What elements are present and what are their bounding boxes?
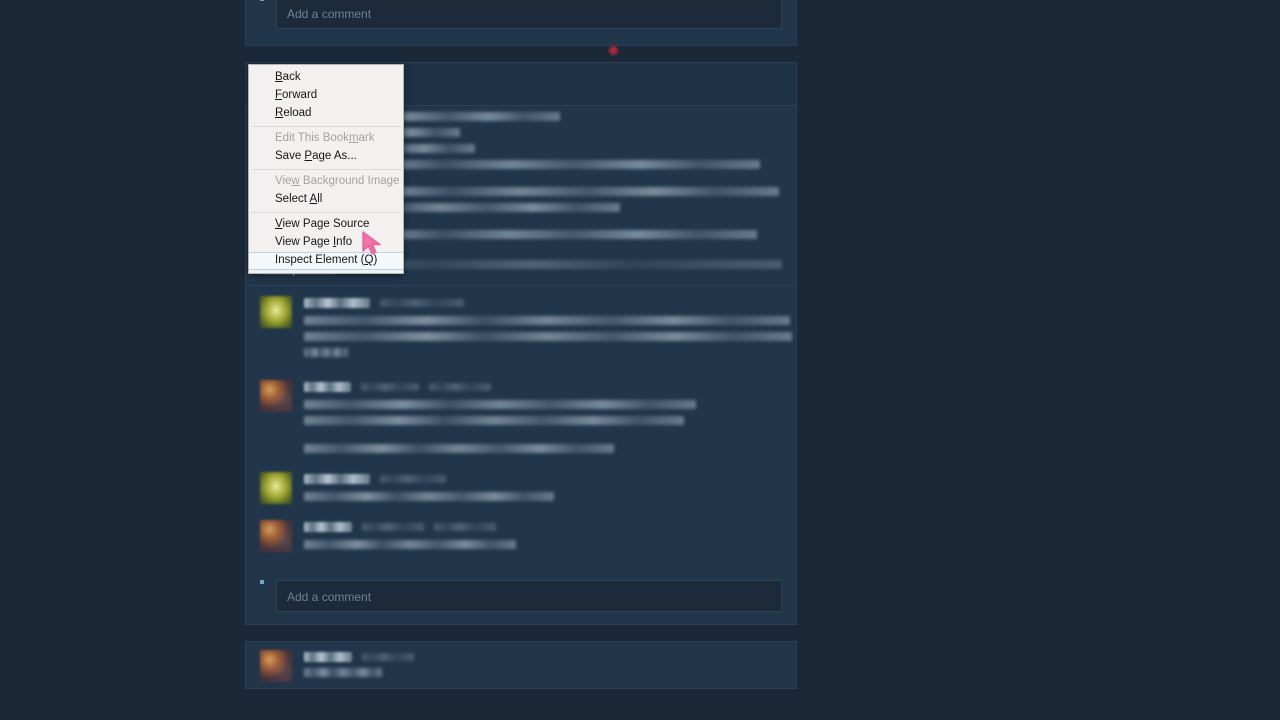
comment-timestamp <box>380 475 446 483</box>
comment-author-name[interactable] <box>304 652 352 662</box>
rate-meta-text <box>345 260 782 269</box>
comment-row <box>246 286 796 370</box>
ember-avatar-icon[interactable] <box>260 650 292 682</box>
comment-body <box>304 380 782 460</box>
comment-timestamp <box>380 299 464 307</box>
menu-item-label: View Page <box>275 236 333 248</box>
menu-item-edit-this-bookmark: Edit This Bookmark <box>275 132 375 144</box>
menu-separator <box>251 126 401 127</box>
olive-avatar-icon[interactable] <box>260 472 292 504</box>
menu-item-label: eload <box>283 107 312 119</box>
menu-separator <box>251 212 401 213</box>
menu-item-label-tail: ) <box>373 254 378 266</box>
comment-text-line <box>304 540 516 549</box>
comment-text-line <box>304 400 696 409</box>
comment-author-name[interactable] <box>304 298 370 308</box>
comment-body <box>304 650 782 684</box>
menu-item-reload[interactable]: Reload <box>249 105 403 123</box>
browser-context-menu[interactable]: Back Forward Reload Edit This Bookmark S… <box>248 64 404 274</box>
comment-body <box>304 296 792 364</box>
comment-meta <box>304 298 792 308</box>
comment-card-top: Add a comment <box>245 0 797 46</box>
menu-item-save-page-as[interactable]: Save Page As... <box>249 148 403 166</box>
comment-text-line <box>304 316 790 325</box>
olive-avatar-icon[interactable] <box>260 296 292 328</box>
menu-item-label: Inspect Element ( <box>275 254 365 266</box>
screen: Add a comment 👍 <box>0 0 1280 720</box>
comment-author-badge <box>362 653 414 661</box>
comment-author-name[interactable] <box>304 474 370 484</box>
comment-author-name[interactable] <box>304 382 351 392</box>
annotation-dot <box>609 46 618 55</box>
menu-item-label: Save <box>275 150 305 162</box>
menu-item-view-page-info[interactable]: View Page Info <box>249 234 403 252</box>
add-comment-input[interactable]: Add a comment <box>276 580 782 612</box>
comment-text-line <box>304 348 348 357</box>
comment-timestamp <box>434 523 496 531</box>
menu-item-view-background-image: View Background Image <box>275 175 400 187</box>
comment-meta <box>304 474 782 484</box>
menu-item-label: orward <box>282 89 318 101</box>
comment-text-line <box>304 444 614 453</box>
menu-item-select-all[interactable]: Select All <box>249 191 403 209</box>
add-comment-row: Add a comment <box>246 562 796 624</box>
menu-item-label: Vie <box>275 175 292 187</box>
menu-item-label-tail: nfo <box>336 236 353 248</box>
comment-row <box>246 370 796 466</box>
comment-text-line <box>304 332 792 341</box>
comment-timestamp <box>429 383 491 391</box>
comment-row <box>246 514 796 562</box>
ember-avatar-icon[interactable] <box>260 380 292 412</box>
comment-row <box>246 466 796 514</box>
menu-item-label: Edit This Book <box>275 132 349 144</box>
avatar[interactable] <box>260 0 264 1</box>
menu-item-label: ack <box>282 71 301 83</box>
comment-meta <box>304 522 782 532</box>
ember-avatar-icon[interactable] <box>260 520 292 552</box>
menu-item-label-tail: age As... <box>312 150 357 162</box>
comment-author-name[interactable] <box>304 522 352 532</box>
menu-item-label: iew Page Source <box>282 218 370 230</box>
menu-item-back[interactable]: Back <box>249 69 403 87</box>
menu-item-forward[interactable]: Forward <box>249 87 403 105</box>
comment-body <box>304 472 782 508</box>
comment-row <box>246 642 796 688</box>
menu-item-label-tail: Background Image <box>299 175 400 187</box>
add-comment-input-top[interactable]: Add a comment <box>276 0 782 29</box>
menu-item-label-tail: ll <box>317 193 323 205</box>
menu-item-inspect-element[interactable]: Inspect Element (Q) <box>249 252 403 270</box>
menu-item-label: Select <box>275 193 310 205</box>
menu-item-view-page-source[interactable]: View Page Source <box>249 216 403 234</box>
comment-text-line <box>304 492 554 501</box>
menu-item-label-tail: ark <box>358 132 375 144</box>
comment-card-bottom <box>245 641 797 689</box>
menu-separator <box>251 169 401 170</box>
comment-meta <box>304 382 782 392</box>
comment-body <box>304 520 782 556</box>
add-comment-row-top: Add a comment <box>246 0 796 41</box>
comment-text-line <box>304 416 684 425</box>
comment-author-badge <box>362 523 424 531</box>
comment-meta <box>304 652 782 662</box>
comment-author-badge <box>361 383 419 391</box>
avatar[interactable] <box>260 580 264 584</box>
comment-text-line <box>304 668 382 677</box>
